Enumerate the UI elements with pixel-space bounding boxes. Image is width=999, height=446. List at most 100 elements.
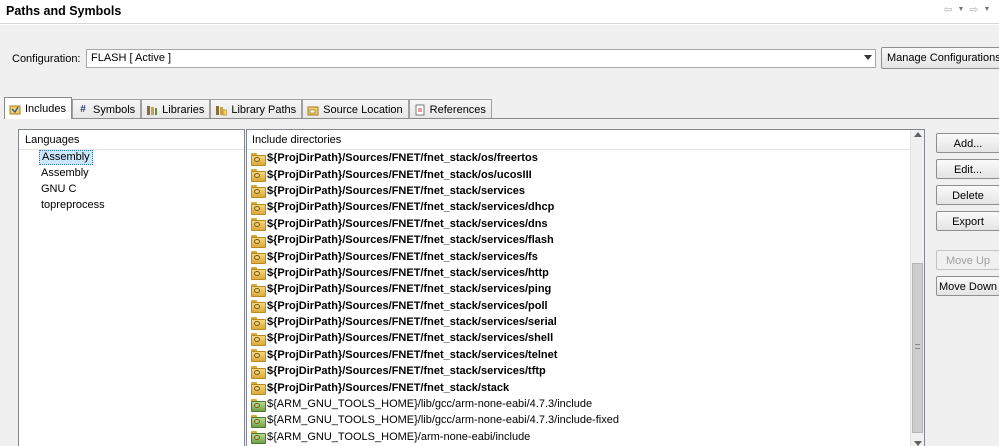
back-arrow-icon[interactable]: ⇦ <box>941 4 955 16</box>
include-directory-row[interactable]: ${ProjDirPath}/Sources/FNET/fnet_stack/o… <box>247 166 924 183</box>
scroll-thumb[interactable] <box>912 263 923 433</box>
back-dropdown-icon[interactable]: ▼ <box>957 4 965 16</box>
include-directory-path: ${ProjDirPath}/Sources/FNET/fnet_stack/s… <box>267 332 554 345</box>
include-directory-row[interactable]: ${ProjDirPath}/Sources/FNET/fnet_stack/s… <box>247 199 924 215</box>
configuration-label: Configuration: <box>12 53 81 65</box>
include-overlay-icon <box>254 320 260 326</box>
include-folder-icon <box>251 267 266 281</box>
include-overlay-icon <box>254 304 260 310</box>
include-folder-icon <box>251 365 266 379</box>
include-folder-icon <box>251 382 266 396</box>
configuration-value: FLASH [ Active ] <box>91 52 172 64</box>
include-directory-row[interactable]: ${ProjDirPath}/Sources/FNET/fnet_stack/s… <box>247 281 924 297</box>
tab-symbols[interactable]: # Symbols <box>71 99 142 119</box>
paths-symbols-page: Configuration: FLASH [ Active ] Manage C… <box>0 25 999 446</box>
include-directory-row[interactable]: ${ARM_GNU_TOOLS_HOME}/lib/gcc/arm-none-e… <box>247 396 924 412</box>
scroll-down-icon[interactable] <box>914 441 922 446</box>
edit-button[interactable]: Edit... <box>936 159 999 179</box>
tab-source-location[interactable]: Source Location <box>302 99 409 119</box>
include-folder-icon <box>251 349 266 363</box>
include-directory-row[interactable]: ${ProjDirPath}/Sources/FNET/fnet_stack/s… <box>247 347 924 363</box>
languages-list[interactable]: Languages Assembly Assembly GNU C toprep… <box>18 129 245 446</box>
references-icon <box>414 104 426 116</box>
include-overlay-icon <box>254 336 260 342</box>
tab-library-paths[interactable]: Library Paths <box>210 99 303 119</box>
include-directory-path: ${ARM_GNU_TOOLS_HOME}/lib/gcc/arm-none-e… <box>267 398 593 411</box>
tab-label: References <box>429 103 486 116</box>
include-directory-row[interactable]: ${ProjDirPath}/Sources/FNET/fnet_stack/s… <box>247 330 924 346</box>
include-overlay-icon <box>254 173 260 179</box>
include-directory-row[interactable]: ${ProjDirPath}/Sources/FNET/fnet_stack/s… <box>247 314 924 330</box>
include-directories-list[interactable]: Include directories ${ProjDirPath}/Sourc… <box>246 129 925 446</box>
include-directory-path: ${ARM_GNU_TOOLS_HOME}/lib/gcc/arm-none-e… <box>267 414 619 427</box>
include-directory-path: ${ARM_GNU_TOOLS_HOME}/arm-none-eabi/incl… <box>267 430 531 443</box>
include-directory-path: ${ProjDirPath}/Sources/FNET/fnet_stack/s… <box>267 266 549 279</box>
grip-icon <box>915 344 920 349</box>
history-nav: ⇦ ▼ ⇨ ▼ <box>941 4 991 16</box>
page-title: Paths and Symbols <box>6 4 122 18</box>
language-item[interactable]: Assembly <box>19 166 244 182</box>
include-directory-path: ${ProjDirPath}/Sources/FNET/fnet_stack/s… <box>267 184 526 197</box>
manage-configurations-button[interactable]: Manage Configurations... <box>881 47 999 69</box>
configuration-row: Configuration: FLASH [ Active ] Manage C… <box>0 47 999 69</box>
include-directory-row[interactable]: ${ProjDirPath}/Sources/FNET/fnet_stack/s… <box>247 265 924 281</box>
include-overlay-icon <box>254 255 260 261</box>
includes-icon <box>9 103 21 115</box>
delete-button[interactable]: Delete <box>936 185 999 205</box>
tab-label: Includes <box>25 102 66 115</box>
include-overlay-icon <box>254 435 260 441</box>
tab-label: Symbols <box>92 103 136 116</box>
include-directory-row[interactable]: ${ProjDirPath}/Sources/FNET/fnet_stack/s… <box>247 248 924 265</box>
include-overlay-icon <box>254 353 260 359</box>
move-up-button[interactable]: Move Up <box>936 250 999 270</box>
include-directory-path: ${ProjDirPath}/Sources/FNET/fnet_stack/s… <box>267 316 557 329</box>
include-directory-path: ${ProjDirPath}/Sources/FNET/fnet_stack/s… <box>267 250 538 263</box>
source-location-icon <box>307 104 319 116</box>
include-overlay-icon <box>254 287 260 293</box>
include-folder-icon <box>251 300 266 314</box>
include-directory-path: ${ProjDirPath}/Sources/FNET/fnet_stack/s… <box>267 217 548 230</box>
language-item[interactable]: Assembly <box>19 150 244 166</box>
tab-includes[interactable]: Includes <box>4 97 72 119</box>
include-directory-row[interactable]: ${ProjDirPath}/Sources/FNET/fnet_stack/s… <box>247 363 924 379</box>
include-directory-path: ${ProjDirPath}/Sources/FNET/fnet_stack/o… <box>267 152 538 165</box>
language-item[interactable]: topreprocess <box>19 198 244 214</box>
languages-header: Languages <box>19 130 244 150</box>
tab-libraries[interactable]: Libraries <box>141 99 211 119</box>
include-directory-row[interactable]: ${ARM_GNU_TOOLS_HOME}/lib/gcc/arm-none-e… <box>247 412 924 428</box>
include-folder-icon <box>251 169 266 183</box>
properties-header: Paths and Symbols ⇦ ▼ ⇨ ▼ <box>0 0 999 24</box>
dropdown-arrow-icon <box>864 55 872 60</box>
include-directory-path: ${ProjDirPath}/Sources/FNET/fnet_stack/s… <box>267 299 548 312</box>
include-directory-path: ${ProjDirPath}/Sources/FNET/fnet_stack/s… <box>267 381 510 394</box>
include-directory-row[interactable]: ${ProjDirPath}/Sources/FNET/fnet_stack/s… <box>247 216 924 232</box>
include-overlay-icon <box>254 271 260 277</box>
include-directory-row[interactable]: ${ProjDirPath}/Sources/FNET/fnet_stack/s… <box>247 183 924 199</box>
forward-arrow-icon[interactable]: ⇨ <box>967 4 981 16</box>
include-directory-path: ${ProjDirPath}/Sources/FNET/fnet_stack/s… <box>267 348 558 361</box>
include-directory-path: ${ProjDirPath}/Sources/FNET/fnet_stack/s… <box>267 201 555 214</box>
include-directory-row[interactable]: ${ARM_GNU_TOOLS_HOME}/arm-none-eabi/incl… <box>247 429 924 445</box>
add-button[interactable]: Add... <box>936 133 999 153</box>
include-directory-row[interactable]: ${ProjDirPath}/Sources/FNET/fnet_stack/o… <box>247 150 924 166</box>
tab-references[interactable]: References <box>408 99 492 119</box>
language-item[interactable]: GNU C <box>19 182 244 198</box>
tab-bar: Includes # Symbols Libraries Library Pat… <box>4 97 492 119</box>
includes-panel: Languages Assembly Assembly GNU C toprep… <box>4 118 999 446</box>
include-directory-path: ${ProjDirPath}/Sources/FNET/fnet_stack/s… <box>267 365 546 378</box>
configuration-select[interactable]: FLASH [ Active ] <box>86 49 876 68</box>
include-directory-row[interactable]: ${ProjDirPath}/Sources/FNET/fnet_stack/s… <box>247 298 924 314</box>
include-folder-icon <box>251 251 266 265</box>
move-down-button[interactable]: Move Down <box>936 276 999 296</box>
workspace-folder-icon <box>251 398 266 412</box>
include-folder-icon <box>251 152 266 166</box>
workspace-folder-icon <box>251 431 266 445</box>
forward-dropdown-icon[interactable]: ▼ <box>983 4 991 16</box>
tab-label: Source Location <box>323 103 403 116</box>
export-button[interactable]: Export <box>936 211 999 231</box>
vertical-scrollbar[interactable] <box>910 130 924 446</box>
include-overlay-icon <box>254 238 260 244</box>
include-directory-row[interactable]: ${ProjDirPath}/Sources/FNET/fnet_stack/s… <box>247 379 924 396</box>
scroll-up-icon[interactable] <box>914 132 922 137</box>
include-directory-row[interactable]: ${ProjDirPath}/Sources/FNET/fnet_stack/s… <box>247 232 924 248</box>
